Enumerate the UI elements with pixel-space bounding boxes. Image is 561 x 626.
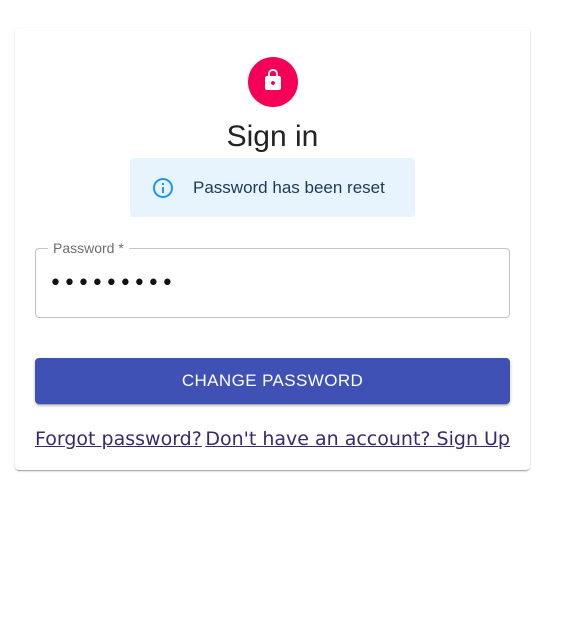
password-label: Password * (48, 239, 129, 257)
sign-up-link[interactable]: Don't have an account? Sign Up (205, 427, 510, 451)
page-title: Sign in (226, 120, 319, 153)
info-icon (151, 176, 175, 200)
info-alert: Password has been reset (130, 158, 415, 217)
forgot-password-link[interactable]: Forgot password? (35, 427, 202, 451)
password-field[interactable]: Password * (35, 239, 510, 318)
change-password-button[interactable]: CHANGE PASSWORD (35, 358, 510, 404)
avatar (248, 57, 298, 107)
lock-icon (261, 68, 285, 97)
alert-message: Password has been reset (193, 178, 385, 197)
sign-in-card: Sign in Password has been reset Password… (15, 28, 530, 470)
password-input[interactable] (49, 269, 489, 297)
